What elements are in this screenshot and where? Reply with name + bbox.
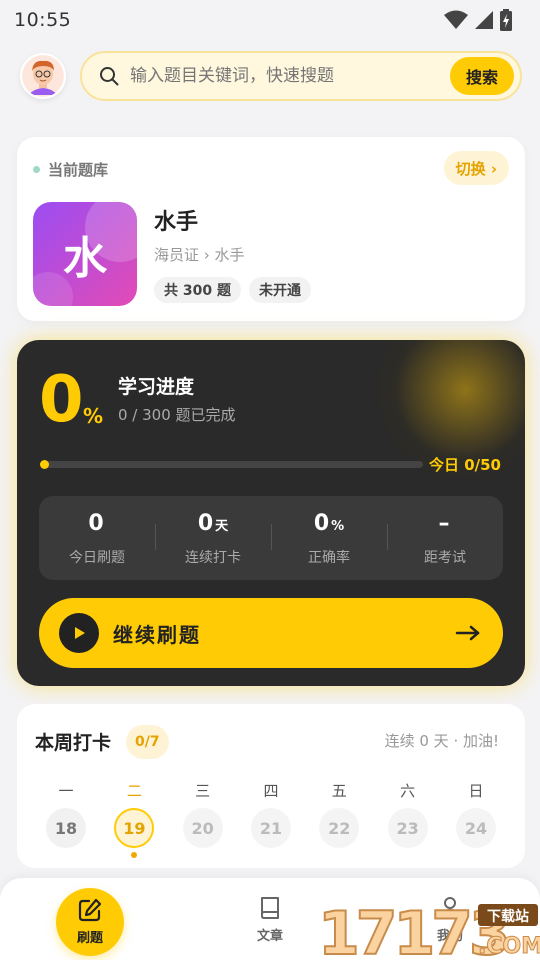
day-date: 19 (114, 808, 155, 848)
progress-bar (40, 460, 423, 469)
day-date: 18 (46, 808, 86, 848)
day-date: 20 (182, 808, 223, 848)
status-bar: 10:55 (0, 0, 540, 40)
day-name: 二 (126, 782, 142, 800)
week-count-badge: 0/7 (126, 725, 169, 759)
bank-logo-char: 水 (63, 233, 107, 284)
stat-accuracy: 0% 正确率 (271, 510, 387, 567)
question-bank-card: 当前题库 切换 › 水 水手 海员证 › 水手 共 300 题 未开通 (17, 137, 525, 321)
status-time: 10:55 (14, 9, 72, 31)
week-streak-text: 连续 0 天 · 加油! (384, 732, 499, 750)
bank-path: 海员证 › 水手 (154, 246, 245, 264)
switch-bank-button[interactable]: 切换 › (443, 151, 509, 185)
status-icons (444, 9, 512, 31)
search-box[interactable]: 搜索 (80, 51, 522, 101)
day-item-today[interactable]: 二 19 (111, 780, 157, 858)
stat-days-to-exam: – 距考试 (387, 510, 503, 567)
day-name: 日 (468, 782, 484, 800)
stat-label: 连续打卡 (185, 549, 241, 566)
continue-practice-button[interactable]: 继续刷题 (39, 598, 503, 668)
day-item[interactable]: 四 21 (248, 780, 294, 848)
stat-value: – (438, 510, 450, 536)
bank-label-row: 当前题库 (33, 159, 108, 180)
stat-today-questions: 0 今日刷题 (39, 510, 155, 567)
stat-unit: 天 (215, 518, 229, 534)
edit-icon (77, 897, 103, 923)
continue-label: 继续刷题 (113, 622, 201, 647)
today-progress-label: 今日 0/50 (428, 456, 501, 474)
progress-subtitle: 0 / 300 题已完成 (118, 406, 236, 424)
day-name: 一 (58, 782, 74, 800)
week-days: 一 18 二 19 三 20 四 21 五 22 六 23 日 24 (43, 780, 499, 858)
week-title: 本周打卡 (35, 732, 112, 754)
today-indicator-dot (131, 852, 138, 858)
play-icon (59, 613, 99, 653)
search-input[interactable] (130, 66, 450, 86)
day-name: 五 (331, 782, 347, 800)
day-item[interactable]: 日 24 (453, 780, 499, 848)
bank-tags: 共 300 题 未开通 (154, 277, 311, 303)
stat-label: 正确率 (308, 549, 350, 566)
day-item[interactable]: 五 22 (316, 780, 362, 848)
stat-value: 0 (313, 510, 330, 536)
day-item[interactable]: 一 18 (43, 780, 89, 848)
bank-dot-icon (33, 166, 40, 173)
stats-box: 0 今日刷题 0天 连续打卡 0% 正确率 – 距考试 (39, 496, 503, 580)
bank-tag-status: 未开通 (248, 277, 311, 303)
day-date: 23 (387, 808, 428, 848)
nav-label: 刷题 (76, 930, 103, 946)
watermark-site: 下载站 (487, 908, 529, 925)
nav-item-article[interactable]: 文章 (220, 878, 320, 960)
day-date: 24 (455, 808, 496, 848)
cellular-signal-icon (475, 11, 493, 29)
battery-icon (500, 9, 512, 31)
bank-logo[interactable]: 水 (33, 202, 137, 306)
day-name: 四 (263, 782, 279, 800)
day-name: 三 (195, 782, 211, 800)
watermark-domain: .COM (478, 934, 540, 959)
stat-label: 距考试 (424, 549, 466, 566)
bank-name: 水手 (154, 210, 199, 235)
book-icon (257, 895, 283, 921)
progress-percent: 0 (39, 363, 84, 437)
stat-label: 今日刷题 (69, 549, 125, 566)
search-button[interactable]: 搜索 (449, 57, 514, 95)
header: 搜索 (20, 50, 522, 102)
nav-item-practice[interactable]: 刷题 (40, 878, 140, 960)
bank-label: 当前题库 (48, 161, 109, 179)
avatar-face-icon (22, 55, 64, 97)
day-item[interactable]: 三 20 (180, 780, 226, 848)
progress-bar-dot (40, 460, 49, 469)
weekly-checkin-card: 本周打卡 0/7 连续 0 天 · 加油! 一 18 二 19 三 20 四 2… (17, 704, 525, 868)
day-date: 22 (319, 808, 360, 848)
avatar[interactable] (20, 53, 66, 99)
stat-value: 0 (88, 510, 104, 536)
nav-label: 文章 (256, 928, 283, 944)
stat-streak: 0天 连续打卡 (155, 510, 271, 567)
study-progress-card: 0 % 学习进度 0 / 300 题已完成 今日 0/50 0 今日刷题 0天 … (17, 340, 525, 686)
bank-tag-total: 共 300 题 (154, 277, 241, 303)
arrow-right-icon (453, 624, 483, 642)
day-date: 21 (250, 808, 291, 848)
stat-value: 0 (197, 510, 214, 536)
search-icon (98, 65, 120, 87)
progress-title: 学习进度 (118, 376, 195, 398)
stat-unit: % (331, 518, 345, 534)
progress-percent-sign: % (83, 404, 104, 428)
day-name: 六 (400, 782, 416, 800)
day-item[interactable]: 六 23 (385, 780, 431, 848)
watermark-logo: 17173 下载站 .COM (317, 898, 540, 960)
wifi-icon (444, 10, 468, 29)
